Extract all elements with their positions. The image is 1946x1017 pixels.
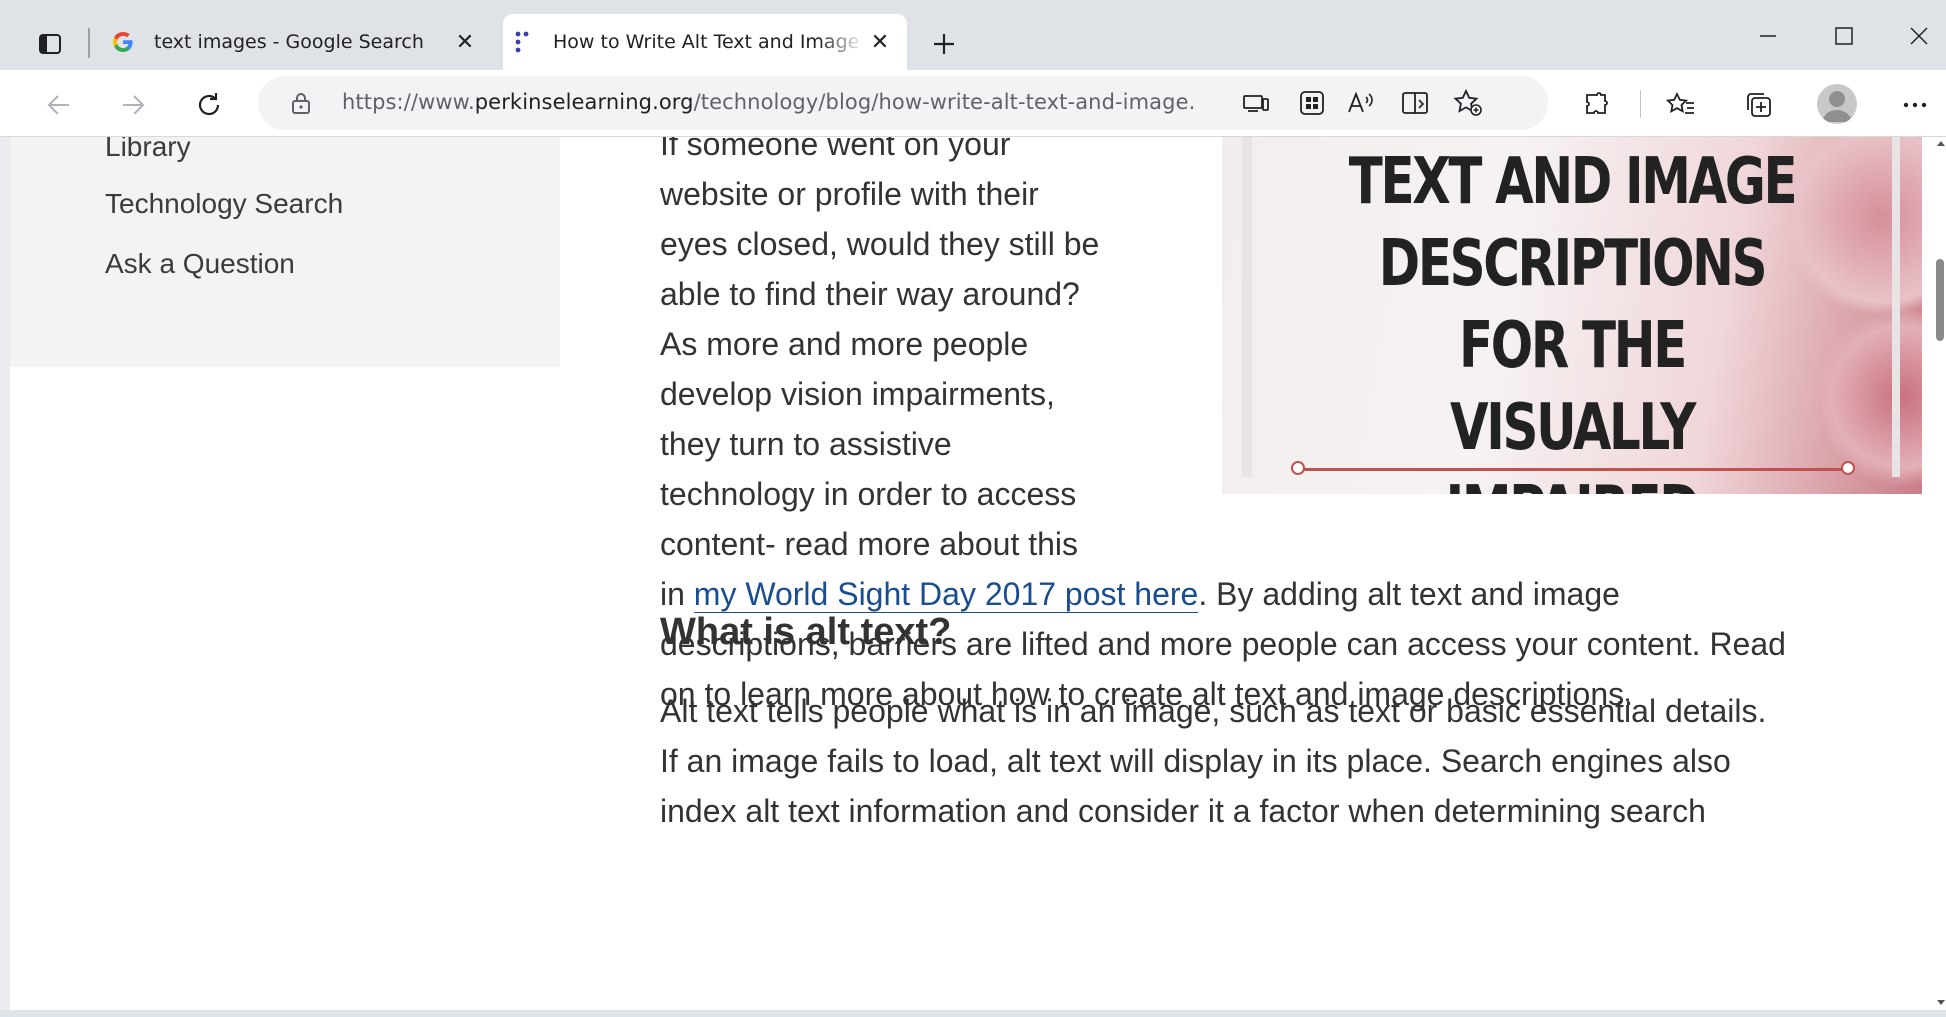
tab-separator	[88, 28, 90, 58]
hero-divider-dot	[1291, 461, 1305, 475]
article-paragraph: Alt text tells people what is in an imag…	[660, 686, 1840, 836]
read-aloud-icon[interactable]	[1344, 87, 1380, 119]
section-heading: What is alt text?	[660, 611, 952, 653]
scrollbar-thumb[interactable]	[1936, 259, 1944, 341]
close-tab-icon[interactable]: ✕	[450, 27, 480, 57]
url-domain: perkinselearning.org	[474, 90, 694, 114]
browser-toolbar: https://www.perkinselearning.org/technol…	[0, 70, 1946, 137]
lock-icon[interactable]	[288, 90, 314, 116]
paragraph-line: As more and more people	[660, 326, 1029, 362]
world-sight-day-link[interactable]: my World Sight Day 2017 post here	[693, 576, 1199, 613]
immersive-reader-icon[interactable]	[1398, 87, 1434, 119]
collections-icon[interactable]	[1738, 84, 1780, 126]
tab-google-search[interactable]: text images - Google Search ✕	[104, 14, 492, 70]
scroll-up-icon[interactable]	[1937, 141, 1945, 146]
tab-actions-icon[interactable]	[30, 24, 70, 64]
tab-title: How to Write Alt Text and Image Descript…	[553, 31, 865, 53]
tab-alt-text-article[interactable]: How to Write Alt Text and Image Descript…	[503, 14, 907, 70]
hero-divider	[1298, 468, 1848, 471]
sidebar-item-ask-a-question[interactable]: Ask a Question	[105, 248, 295, 280]
extensions-icon[interactable]	[1576, 84, 1618, 126]
paragraph-line: If someone went on your	[660, 137, 1011, 162]
new-tab-icon[interactable]	[924, 24, 964, 64]
window-edge	[0, 137, 10, 1017]
forward-icon[interactable]	[112, 84, 154, 126]
back-icon[interactable]	[38, 84, 80, 126]
apps-icon[interactable]	[1294, 87, 1330, 119]
maximize-icon[interactable]	[1814, 14, 1874, 58]
app-available-icon[interactable]	[1238, 87, 1274, 119]
profile-avatar[interactable]	[1817, 84, 1857, 124]
paragraph-line: they turn to assistive	[660, 426, 952, 462]
address-bar[interactable]: https://www.perkinselearning.org/technol…	[258, 76, 1548, 130]
paragraph-line: able to find their way around?	[660, 276, 1080, 312]
tab-title: text images - Google Search	[154, 31, 424, 53]
url-prefix: https://www.	[342, 90, 475, 114]
paragraph-line: website or profile with their	[660, 176, 1039, 212]
browser-window: text images - Google Search ✕ How to Wri…	[0, 0, 1946, 1017]
sidebar-item-technology-search[interactable]: Technology Search	[105, 188, 343, 220]
hero-divider-dot	[1841, 461, 1855, 475]
hero-image-text: TEXT AND IMAGE DESCRIPTIONS FOR THE VISU…	[1348, 145, 1798, 494]
scroll-down-icon[interactable]	[1937, 1000, 1945, 1005]
paragraph-line: Alt text tells people what is in an imag…	[660, 693, 1767, 729]
add-favorite-icon[interactable]	[1450, 87, 1486, 119]
paragraph-line: content- read more about this	[660, 526, 1079, 562]
minimize-icon[interactable]	[1738, 14, 1798, 58]
refresh-icon[interactable]	[188, 84, 230, 126]
web-page: Library Technology Search Ask a Question…	[10, 137, 1935, 1017]
url-path: /technology/blog/how-write-alt-text-and-…	[693, 90, 1194, 114]
text-span: in	[660, 576, 694, 612]
page-scrollbar[interactable]	[1935, 137, 1946, 1017]
article-intro-narrow: If someone went on your website or profi…	[660, 137, 1180, 569]
close-window-icon[interactable]	[1892, 14, 1946, 58]
article-hero-image: TEXT AND IMAGE DESCRIPTIONS FOR THE VISU…	[1222, 137, 1922, 494]
favorites-icon[interactable]	[1660, 84, 1702, 126]
paragraph-line: develop vision impairments,	[660, 376, 1055, 412]
window-bottom-edge	[0, 1010, 1946, 1017]
url-text[interactable]: https://www.perkinselearning.org/technol…	[342, 90, 1194, 114]
close-tab-icon[interactable]: ✕	[865, 27, 895, 57]
paragraph-line: If an image fails to load, alt text will…	[660, 743, 1731, 779]
sidebar-item-library[interactable]: Library	[105, 137, 191, 163]
more-icon[interactable]	[1894, 84, 1936, 126]
toolbar-separator	[1640, 90, 1641, 118]
text-span: . By adding alt text and image	[1198, 576, 1620, 612]
google-g-icon	[110, 29, 136, 55]
paragraph-line: index alt text information and consider …	[660, 793, 1706, 829]
paragraph-line: technology in order to access	[660, 476, 1077, 512]
paragraph-line: eyes closed, would they still be	[660, 226, 1100, 262]
tab-strip: text images - Google Search ✕ How to Wri…	[0, 0, 1946, 70]
perkins-dots-icon	[509, 29, 535, 55]
sidebar-nav: Library Technology Search Ask a Question	[10, 137, 560, 367]
